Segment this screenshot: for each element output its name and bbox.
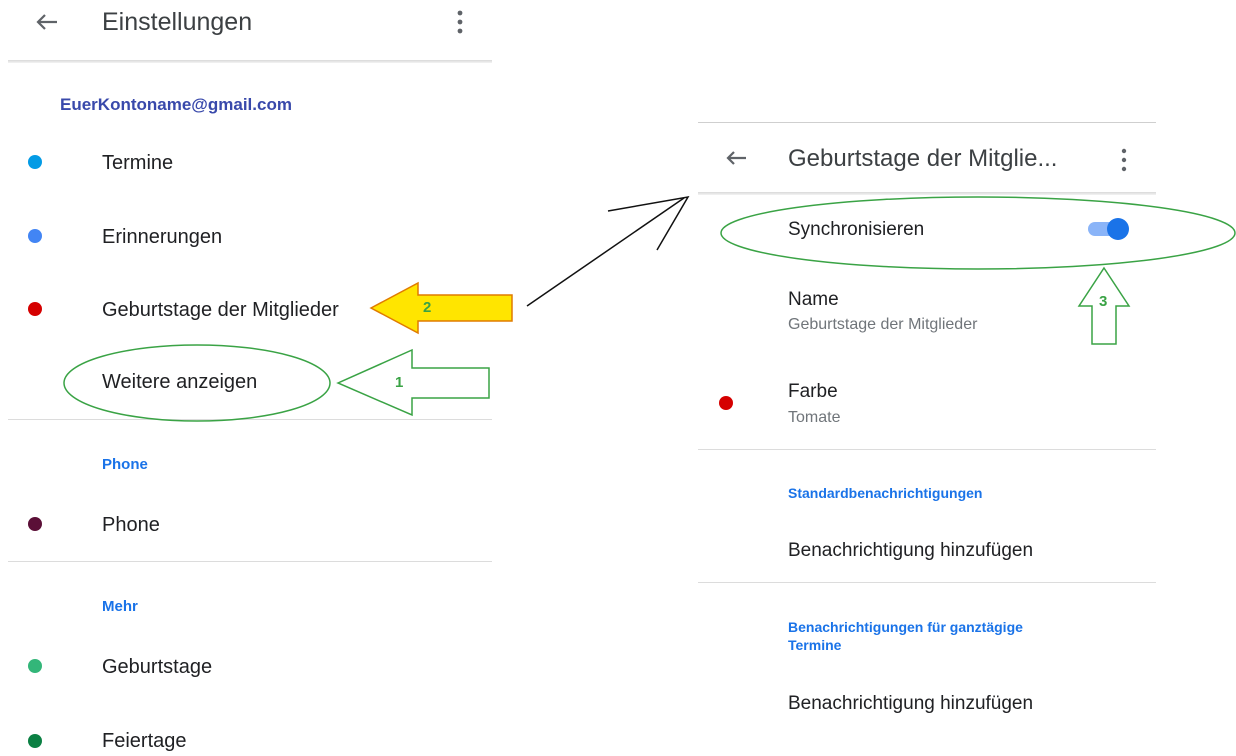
step-label-2: 2 [423,299,432,316]
highlight-ellipse [63,344,331,422]
step-arrow-1 [336,348,490,417]
connector-line [526,197,685,307]
step-label-1: 1 [395,374,404,391]
step-arrow-2 [369,281,513,335]
annotation-layer [63,195,1236,422]
highlight-ellipse [720,196,1236,270]
step-label-3: 3 [1099,293,1108,310]
